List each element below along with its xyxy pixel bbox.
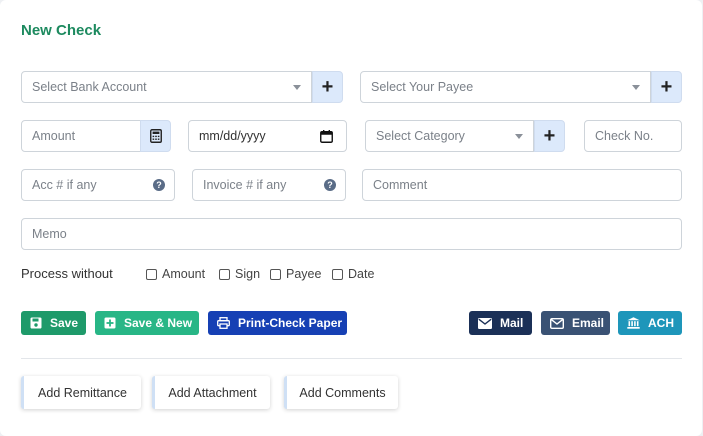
payee-placeholder: Select Your Payee: [371, 80, 474, 94]
ach-label: ACH: [648, 316, 674, 330]
checkbox-box[interactable]: [270, 268, 281, 280]
section-divider: [21, 358, 682, 359]
page-title: New Check: [21, 22, 102, 39]
help-icon[interactable]: ?: [153, 179, 165, 191]
save-and-new-label: Save & New: [124, 316, 193, 330]
calendar-icon[interactable]: [320, 129, 333, 143]
amount-input[interactable]: Amount: [21, 120, 141, 152]
process-without-payee-checkbox[interactable]: Payee: [270, 267, 321, 281]
check-no-input[interactable]: Check No.: [584, 120, 682, 152]
print-check-paper-button[interactable]: Print-Check Paper: [208, 311, 347, 335]
add-attachment-button[interactable]: Add Attachment: [152, 376, 270, 409]
checkbox-label-amount: Amount: [162, 267, 206, 281]
plus-square-icon: [104, 317, 116, 329]
mail-label: Mail: [500, 316, 524, 330]
comment-placeholder: Comment: [373, 178, 428, 192]
ach-button[interactable]: ACH: [618, 311, 682, 335]
checkbox-label-date: Date: [348, 267, 375, 281]
chevron-down-icon: [632, 84, 640, 90]
save-button[interactable]: Save: [21, 311, 86, 335]
save-label: Save: [50, 316, 79, 330]
email-button[interactable]: Email: [541, 311, 610, 335]
comment-input[interactable]: Comment: [362, 169, 682, 201]
process-without-amount-checkbox[interactable]: Amount: [146, 267, 205, 281]
save-and-new-button[interactable]: Save & New: [95, 311, 199, 335]
process-without-label: Process without: [21, 266, 113, 281]
checkbox-box[interactable]: [219, 268, 230, 280]
checkbox-label-payee: Payee: [286, 267, 322, 281]
date-input[interactable]: mm/dd/yyyy: [188, 120, 347, 152]
envelope-filled-icon: [478, 317, 492, 329]
invoice-placeholder: Invoice # if any: [203, 178, 287, 192]
process-without-date-checkbox[interactable]: Date: [332, 267, 374, 281]
calculator-button[interactable]: [140, 120, 171, 152]
date-placeholder: mm/dd/yyyy: [199, 129, 266, 143]
plus-icon: +: [543, 125, 556, 147]
amount-placeholder: Amount: [32, 129, 76, 143]
payee-select[interactable]: Select Your Payee: [360, 71, 651, 103]
process-without-sign-checkbox[interactable]: Sign: [219, 267, 260, 281]
print-check-paper-label: Print-Check Paper: [238, 316, 343, 330]
bank-account-select[interactable]: Select Bank Account: [21, 71, 312, 103]
category-placeholder: Select Category: [376, 129, 465, 143]
envelope-outline-icon: [550, 317, 564, 329]
calculator-icon: [149, 129, 162, 143]
memo-placeholder: Memo: [32, 227, 67, 241]
acc-input[interactable]: Acc # if any ?: [21, 169, 175, 201]
chevron-down-icon: [293, 84, 301, 90]
check-no-placeholder: Check No.: [595, 129, 654, 143]
memo-input[interactable]: Memo: [21, 218, 682, 250]
add-attachment-label: Add Attachment: [168, 385, 257, 400]
checkbox-box[interactable]: [332, 268, 343, 280]
category-select[interactable]: Select Category: [365, 120, 534, 152]
add-payee-button[interactable]: +: [651, 71, 682, 103]
add-comments-button[interactable]: Add Comments: [284, 376, 398, 409]
add-remittance-label: Add Remittance: [38, 385, 127, 400]
mail-button[interactable]: Mail: [469, 311, 532, 335]
add-category-button[interactable]: +: [534, 120, 565, 152]
add-remittance-button[interactable]: Add Remittance: [21, 376, 141, 409]
email-label: Email: [572, 316, 605, 330]
chevron-down-icon: [515, 133, 523, 139]
help-icon[interactable]: ?: [324, 179, 336, 191]
plus-icon: +: [660, 76, 673, 98]
invoice-input[interactable]: Invoice # if any ?: [192, 169, 346, 201]
plus-icon: +: [321, 76, 334, 98]
floppy-disk-icon: [30, 317, 42, 329]
bank-account-placeholder: Select Bank Account: [32, 80, 147, 94]
checkbox-label-sign: Sign: [235, 267, 261, 281]
add-bank-account-button[interactable]: +: [312, 71, 343, 103]
add-comments-label: Add Comments: [299, 385, 386, 400]
bank-icon: [627, 317, 640, 329]
checkbox-box[interactable]: [146, 268, 157, 280]
printer-icon: [217, 317, 230, 329]
new-check-card: New Check Select Bank Account + Select Y…: [0, 0, 702, 436]
acc-placeholder: Acc # if any: [32, 178, 97, 192]
